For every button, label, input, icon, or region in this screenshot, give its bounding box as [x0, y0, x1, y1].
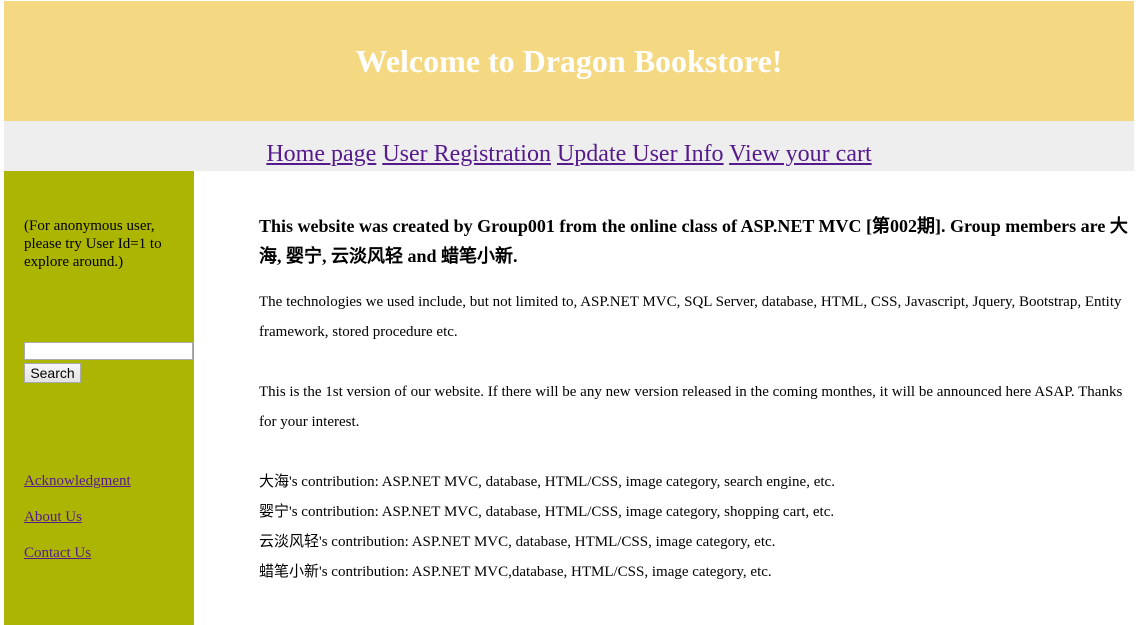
search-input[interactable]	[24, 342, 193, 360]
version-paragraph: This is the 1st version of our website. …	[259, 384, 1123, 430]
contribution-item: 云淡风轻's contribution: ASP.NET MVC, databa…	[259, 534, 776, 550]
contribution-item: 大海's contribution: ASP.NET MVC, database…	[259, 474, 835, 490]
header-banner: Welcome to Dragon Bookstore!	[4, 1, 1134, 121]
intro-heading: This website was created by Group001 fro…	[259, 216, 1128, 266]
acknowledgment-link[interactable]: Acknowledgment	[24, 473, 131, 490]
nav-update-user-info-link[interactable]: Update User Info	[557, 141, 724, 167]
site-title: Welcome to Dragon Bookstore!	[355, 42, 783, 79]
about-us-link[interactable]: About Us	[24, 509, 82, 526]
contact-us-link[interactable]: Contact Us	[24, 545, 91, 562]
technologies-paragraph: The technologies we used include, but no…	[259, 294, 1122, 340]
nav-home-link[interactable]: Home page	[266, 141, 376, 167]
contribution-item: 婴宁's contribution: ASP.NET MVC, database…	[259, 504, 835, 520]
page: Welcome to Dragon Bookstore! Home page U…	[4, 1, 1134, 625]
sidebar: (For anonymous user, please try User Id=…	[4, 171, 194, 625]
contribution-item: 蜡笔小新's contribution: ASP.NET MVC,databas…	[259, 564, 772, 580]
nav-user-registration-link[interactable]: User Registration	[382, 141, 551, 167]
nav-bar: Home page User Registration Update User …	[4, 121, 1134, 171]
nav-view-cart-link[interactable]: View your cart	[729, 141, 872, 167]
search-button[interactable]: Search	[24, 363, 81, 383]
anonymous-user-note: (For anonymous user, please try User Id=…	[24, 218, 162, 270]
